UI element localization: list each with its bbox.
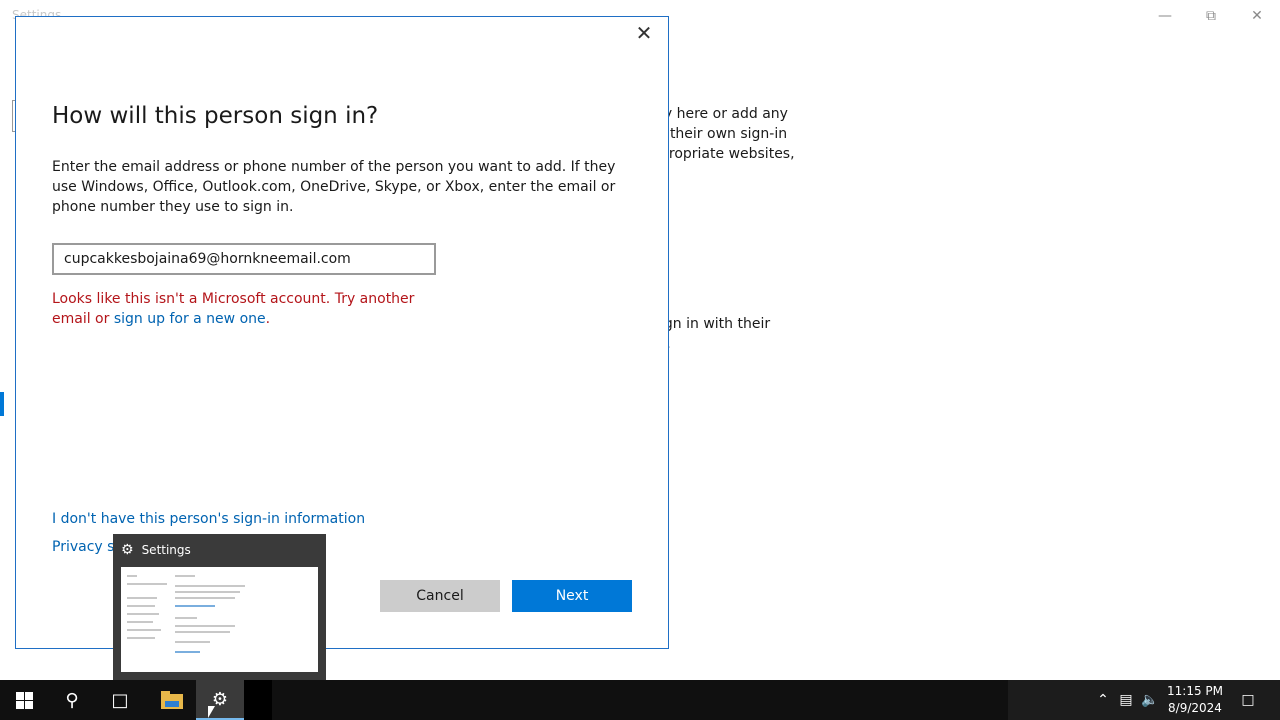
windows-start-icon[interactable] bbox=[0, 680, 48, 720]
privacy-statement-link[interactable]: Privacy st bbox=[52, 539, 120, 555]
background-text-line: ign in with their bbox=[660, 316, 771, 332]
gear-icon: ⚙ bbox=[121, 542, 134, 558]
volume-muted-icon[interactable]: 🔈 bbox=[1140, 680, 1160, 720]
nav-selection-indicator bbox=[0, 392, 4, 416]
restore-icon[interactable]: ⧉ bbox=[1201, 6, 1221, 26]
taskbar: ⚲ □ ⚙ ⌃ ▤ 🔈 11:15 PM 8/9/2024 □ bbox=[0, 680, 1280, 720]
dialog-description: Enter the email address or phone number … bbox=[52, 159, 616, 215]
task-view-icon[interactable]: □ bbox=[96, 680, 144, 720]
settings-thumbnail-preview[interactable]: ⚙ Settings bbox=[113, 534, 326, 680]
window-close-icon[interactable]: ✕ bbox=[1247, 6, 1267, 26]
clock-date: 8/9/2024 bbox=[1168, 701, 1222, 715]
cancel-button[interactable]: Cancel bbox=[380, 580, 500, 612]
search-icon[interactable]: ⚲ bbox=[48, 680, 96, 720]
minimize-icon[interactable]: — bbox=[1155, 6, 1175, 26]
background-text-line: t their own sign-in bbox=[660, 126, 788, 142]
no-sign-in-info-link[interactable]: I don't have this person's sign-in infor… bbox=[52, 511, 365, 527]
taskbar-spacer bbox=[244, 680, 272, 720]
settings-gear-icon[interactable]: ⚙ bbox=[196, 680, 244, 720]
network-icon[interactable]: ▤ bbox=[1116, 680, 1136, 720]
background-text-line: ly here or add any bbox=[660, 106, 788, 122]
error-message: Looks like this isn't a Microsoft accoun… bbox=[52, 289, 452, 329]
dialog-close-icon[interactable]: ✕ bbox=[634, 23, 654, 43]
clock-time: 11:15 PM bbox=[1167, 684, 1223, 698]
thumbnail-title: Settings bbox=[141, 543, 191, 557]
system-clock[interactable]: 11:15 PM 8/9/2024 bbox=[1160, 683, 1230, 717]
file-explorer-icon[interactable] bbox=[148, 680, 196, 720]
background-text-line: propriate websites, bbox=[660, 146, 795, 162]
thumbnail-header: ⚙ Settings bbox=[121, 542, 191, 558]
email-input[interactable] bbox=[52, 243, 436, 275]
thumbnail-image bbox=[121, 567, 318, 672]
dialog-title: How will this person sign in? bbox=[52, 103, 379, 129]
sign-up-link[interactable]: sign up for a new one bbox=[114, 311, 266, 327]
error-suffix: . bbox=[265, 311, 271, 327]
next-button[interactable]: Next bbox=[512, 580, 632, 612]
notification-icon[interactable]: □ bbox=[1236, 680, 1260, 720]
mouse-cursor-icon bbox=[208, 706, 215, 718]
chevron-up-icon[interactable]: ⌃ bbox=[1094, 680, 1112, 720]
